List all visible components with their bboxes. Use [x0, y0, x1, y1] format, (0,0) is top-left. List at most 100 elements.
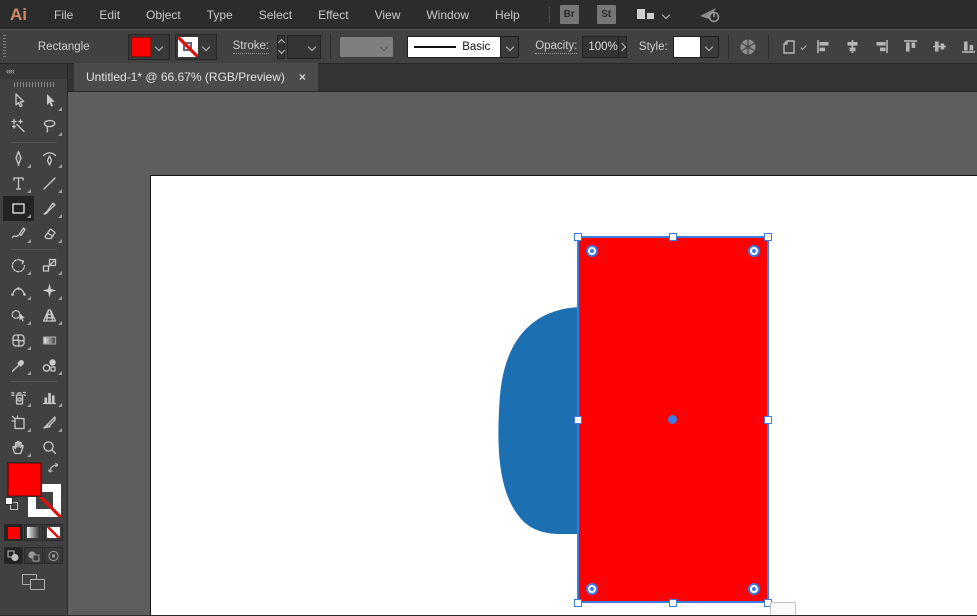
align-center-vertical-icon[interactable]	[931, 38, 948, 55]
perspective-grid-tool[interactable]	[34, 303, 65, 328]
canvas[interactable]	[68, 92, 977, 615]
column-graph-tool[interactable]	[34, 385, 65, 410]
handle-middle-left[interactable]	[574, 416, 582, 424]
stroke-weight-stepper[interactable]	[277, 34, 286, 59]
zoom-tool[interactable]	[34, 435, 65, 460]
rotate-tool[interactable]	[3, 253, 34, 278]
style-dropdown[interactable]	[672, 35, 719, 58]
direct-selection-tool[interactable]	[34, 89, 65, 114]
document-setup-icon[interactable]	[778, 38, 800, 56]
brush-definition-value: Basic	[462, 40, 491, 53]
share-icon[interactable]	[695, 5, 725, 25]
stroke-label[interactable]: Stroke:	[232, 40, 270, 54]
workspace-switcher-icon[interactable]	[634, 7, 657, 22]
type-tool[interactable]	[3, 171, 34, 196]
handle-top-left[interactable]	[574, 233, 582, 241]
align-bottom-icon[interactable]	[960, 38, 977, 55]
align-center-horizontal-icon[interactable]	[844, 38, 861, 55]
menu-select[interactable]: Select	[246, 8, 305, 22]
handle-top-right[interactable]	[764, 233, 772, 241]
align-top-icon[interactable]	[902, 38, 919, 55]
panel-grip[interactable]	[0, 79, 67, 89]
width-tool[interactable]	[3, 278, 34, 303]
stock-button[interactable]: St	[596, 5, 616, 24]
menu-object[interactable]: Object	[133, 8, 194, 22]
stroke-color-swatch[interactable]	[177, 36, 198, 57]
fill-color-swatch[interactable]	[130, 36, 151, 57]
opacity-input[interactable]: 100%	[582, 35, 619, 58]
handle-top-center[interactable]	[669, 233, 677, 241]
fill-color-indicator[interactable]	[8, 463, 41, 496]
gradient-button[interactable]	[24, 524, 43, 541]
handle-bottom-center[interactable]	[669, 599, 677, 607]
line-segment-tool[interactable]	[34, 171, 65, 196]
align-left-icon[interactable]	[815, 38, 832, 55]
corner-widget[interactable]	[586, 583, 598, 595]
paintbrush-tool[interactable]	[34, 196, 65, 221]
menu-type[interactable]: Type	[194, 8, 246, 22]
rectangle-tool[interactable]	[2, 196, 34, 221]
draw-behind-button[interactable]	[24, 547, 43, 564]
control-bar-grip[interactable]	[3, 34, 6, 59]
screen-mode-button[interactable]	[21, 574, 46, 591]
drawing-mode-buttons	[0, 547, 67, 564]
draw-inside-button[interactable]	[44, 547, 63, 564]
shaper-tool[interactable]	[3, 221, 34, 246]
draw-normal-button[interactable]	[4, 547, 23, 564]
menu-edit[interactable]: Edit	[86, 8, 133, 22]
eraser-tool[interactable]	[34, 221, 65, 246]
chevron-down-icon[interactable]	[799, 43, 807, 50]
artboard-tool[interactable]	[3, 410, 34, 435]
none-button[interactable]	[44, 524, 63, 541]
pen-tool[interactable]	[3, 146, 34, 171]
collapse-panel-button[interactable]: ««	[0, 64, 67, 79]
blue-blob-shape[interactable]	[68, 92, 977, 615]
hand-tool[interactable]	[3, 435, 34, 460]
workspace-chevron-icon[interactable]	[661, 10, 670, 19]
menu-window[interactable]: Window	[413, 8, 482, 22]
stroke-weight-dropdown[interactable]	[287, 34, 322, 59]
symbol-sprayer-tool[interactable]	[3, 385, 34, 410]
scale-tool[interactable]	[34, 253, 65, 278]
bridge-button[interactable]: Br	[559, 5, 579, 24]
stepper-up-icon[interactable]	[277, 38, 285, 47]
gradient-tool[interactable]	[34, 328, 65, 353]
magic-wand-tool[interactable]	[3, 114, 34, 139]
menu-effect[interactable]: Effect	[305, 8, 361, 22]
mesh-tool[interactable]	[3, 328, 34, 353]
menu-view[interactable]: View	[362, 8, 414, 22]
swap-fill-stroke-icon[interactable]	[47, 462, 62, 480]
brush-definition-dropdown[interactable]: Basic	[407, 35, 520, 58]
opacity-label[interactable]: Opacity:	[535, 40, 578, 54]
shape-builder-tool[interactable]	[3, 303, 34, 328]
lasso-tool[interactable]	[34, 114, 65, 139]
tools-panel: ««	[0, 64, 68, 615]
corner-widget[interactable]	[748, 245, 760, 257]
eyedropper-tool[interactable]	[3, 353, 34, 378]
handle-middle-right[interactable]	[764, 416, 772, 424]
menu-file[interactable]: File	[41, 8, 86, 22]
curvature-tool[interactable]	[34, 146, 65, 171]
selection-tool[interactable]	[3, 89, 34, 114]
slice-tool[interactable]	[34, 410, 65, 435]
recolor-artwork-icon[interactable]	[737, 38, 759, 56]
align-right-icon[interactable]	[873, 38, 890, 55]
menu-help[interactable]: Help	[482, 8, 533, 22]
center-point-handle[interactable]	[668, 415, 677, 424]
opacity-expand-button[interactable]	[618, 35, 627, 58]
work-area: Untitled-1* @ 66.67% (RGB/Preview) ×	[68, 63, 977, 615]
stroke-color-dropdown[interactable]	[174, 33, 217, 60]
puppet-warp-tool[interactable]	[34, 278, 65, 303]
tab-close-icon[interactable]: ×	[299, 70, 306, 84]
stepper-down-icon[interactable]	[277, 46, 285, 55]
style-label[interactable]: Style:	[639, 41, 668, 53]
default-fill-stroke-icon[interactable]	[5, 497, 18, 510]
fill-color-dropdown[interactable]	[127, 33, 170, 60]
corner-widget[interactable]	[748, 583, 760, 595]
blend-tool[interactable]	[34, 353, 65, 378]
handle-bottom-left[interactable]	[574, 599, 582, 607]
corner-widget[interactable]	[586, 245, 598, 257]
color-button[interactable]	[4, 524, 23, 541]
document-tab[interactable]: Untitled-1* @ 66.67% (RGB/Preview) ×	[74, 63, 318, 91]
tool-divider	[10, 142, 57, 143]
